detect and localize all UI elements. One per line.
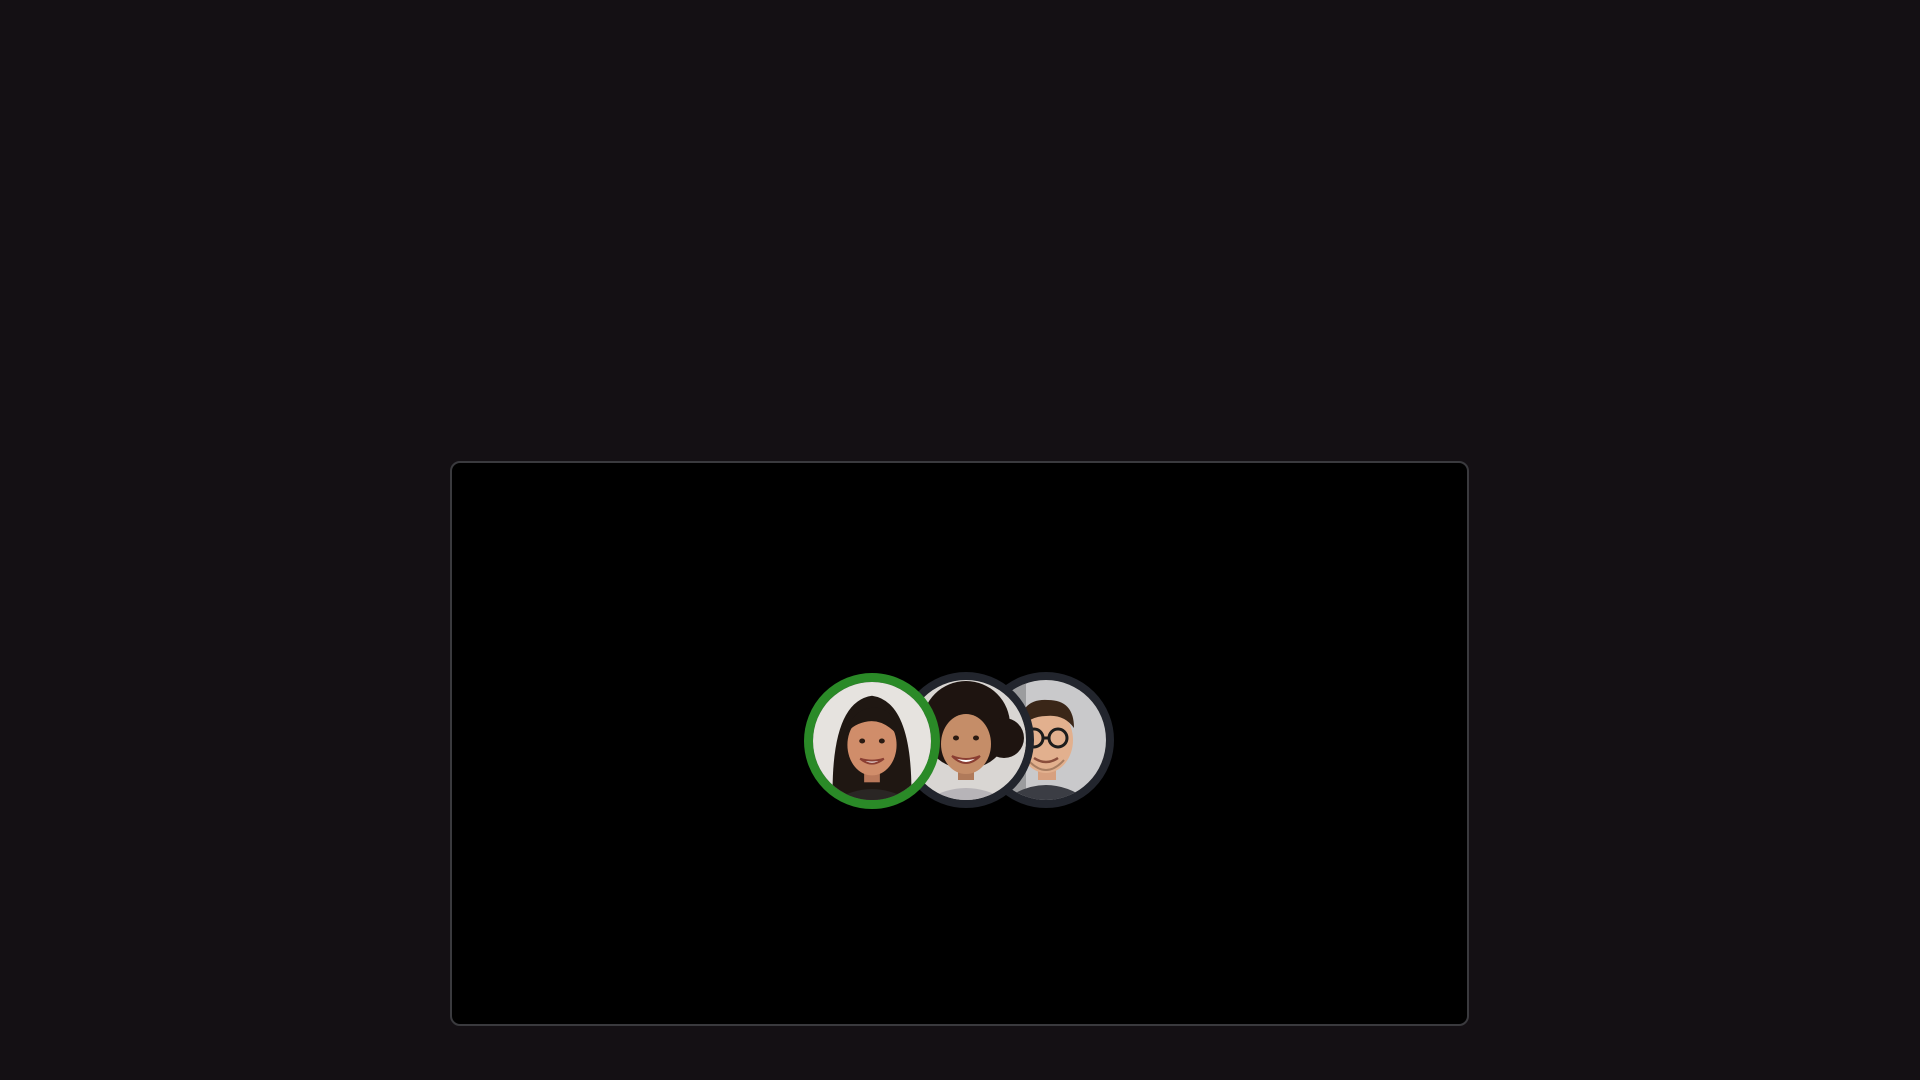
woman-dark-hair-avatar-icon — [813, 682, 931, 800]
call-stage — [450, 461, 1469, 1026]
participant-avatar-1-speaking[interactable] — [804, 673, 940, 809]
